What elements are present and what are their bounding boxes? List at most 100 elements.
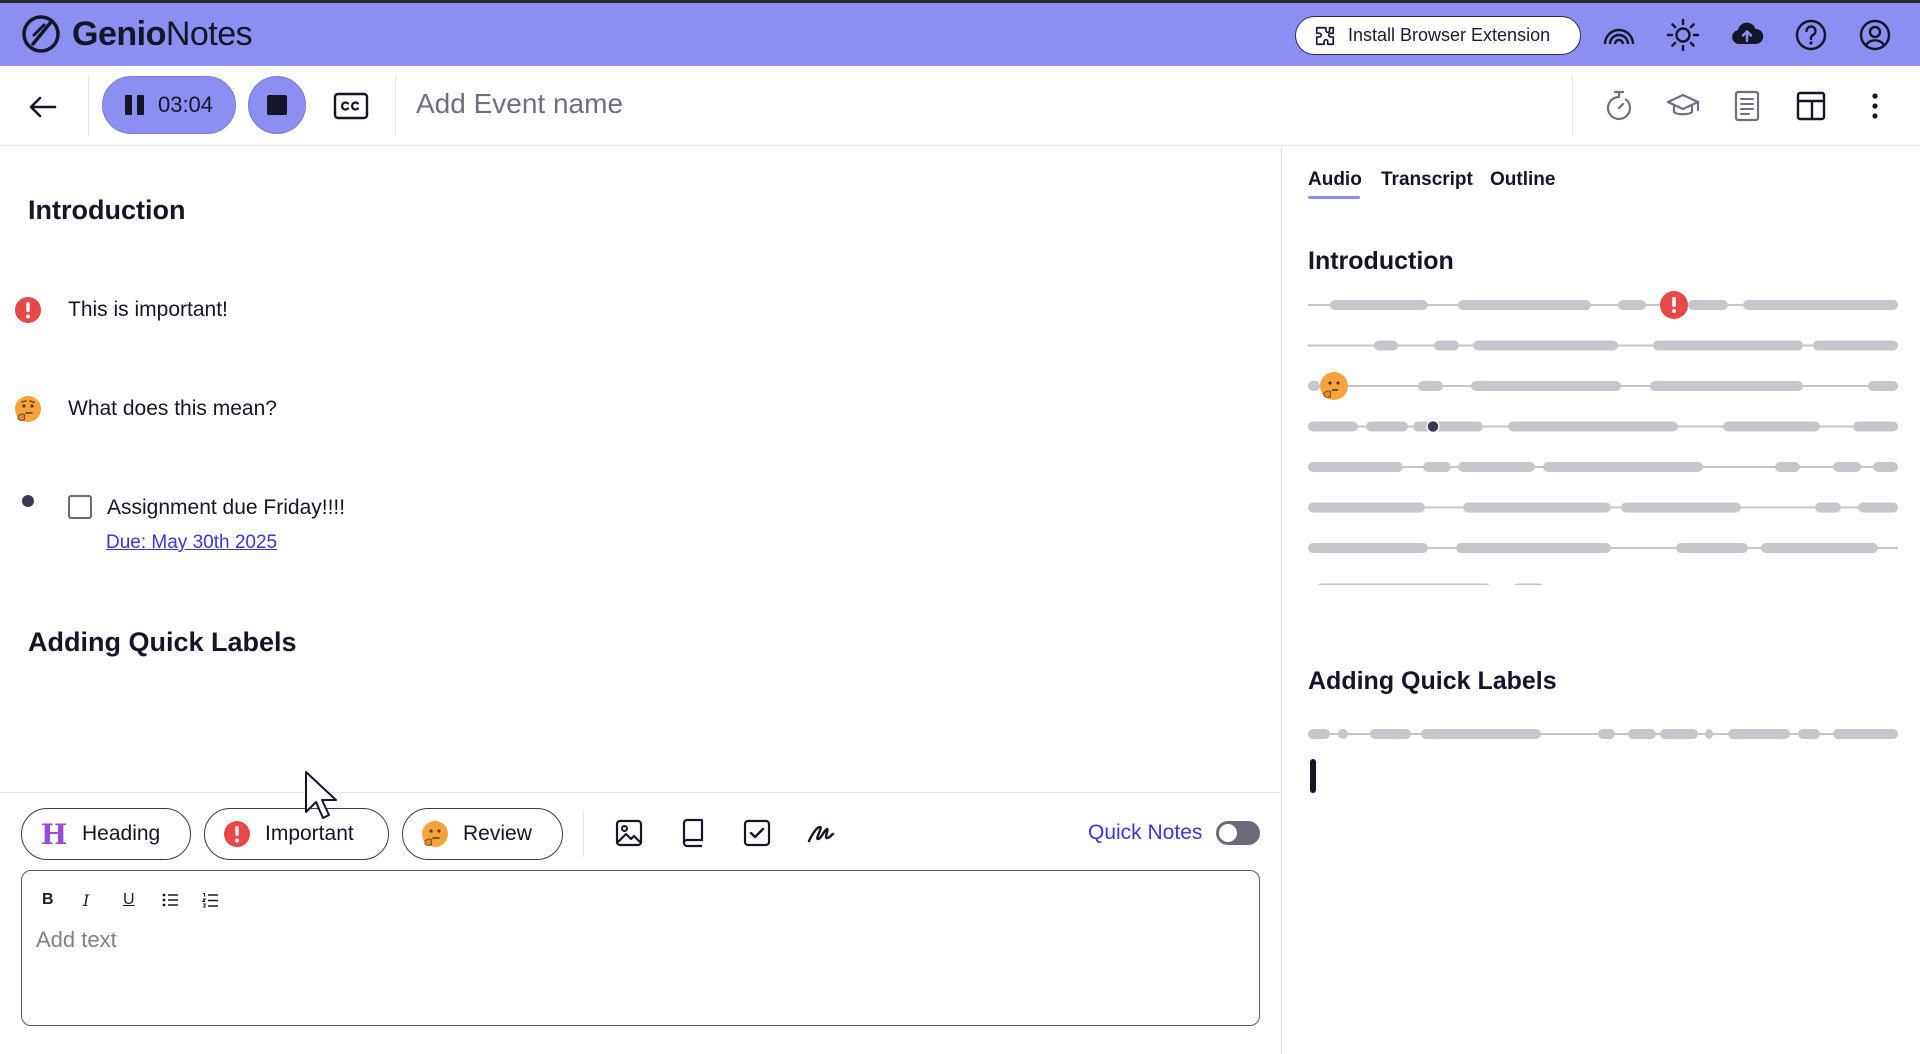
thinking-face-icon bbox=[15, 396, 41, 422]
draw-icon[interactable] bbox=[805, 817, 837, 849]
tab-outline[interactable]: Outline bbox=[1490, 169, 1555, 191]
closed-captions-icon[interactable] bbox=[333, 91, 369, 121]
sun-icon[interactable] bbox=[1666, 18, 1700, 52]
waveform-segment bbox=[1308, 381, 1320, 391]
important-icon bbox=[224, 821, 250, 847]
important-marker[interactable] bbox=[1660, 291, 1688, 319]
waveform-segment bbox=[1650, 381, 1803, 391]
note-item-important[interactable]: This is important! bbox=[14, 296, 228, 324]
waveform-segment bbox=[1653, 340, 1803, 351]
waveform-segment bbox=[1618, 300, 1646, 310]
waveform-segment bbox=[1775, 462, 1800, 472]
italic-button[interactable]: I bbox=[83, 891, 89, 910]
heading-label-button[interactable]: H Heading bbox=[21, 808, 191, 860]
stop-recording-button[interactable] bbox=[248, 76, 306, 134]
important-label-button[interactable]: Important bbox=[204, 808, 389, 860]
account-icon[interactable] bbox=[1858, 18, 1892, 52]
more-vertical-icon[interactable] bbox=[1857, 88, 1893, 124]
chip-label: Heading bbox=[82, 822, 161, 845]
waveform-segment bbox=[1508, 421, 1678, 432]
rainbow-icon[interactable] bbox=[1602, 18, 1636, 52]
quick-notes-toggle[interactable] bbox=[1216, 821, 1260, 845]
image-icon[interactable] bbox=[613, 817, 645, 849]
note-heading[interactable]: Adding Quick Labels bbox=[28, 627, 297, 658]
tab-audio[interactable]: Audio bbox=[1308, 169, 1362, 191]
waveform-segment bbox=[1815, 502, 1841, 513]
waveform-segment bbox=[1308, 421, 1358, 432]
task-checkbox[interactable] bbox=[68, 495, 92, 519]
waveform-segment bbox=[1723, 421, 1820, 432]
waveform-segment bbox=[1858, 502, 1898, 513]
waveform-segment bbox=[1374, 340, 1398, 351]
active-tab-indicator bbox=[1308, 196, 1360, 199]
editor-placeholder[interactable]: Add text bbox=[36, 927, 117, 953]
playhead[interactable] bbox=[1310, 759, 1316, 793]
waveform-segment bbox=[1873, 462, 1898, 472]
waveform-segment bbox=[1308, 462, 1403, 472]
task-marker[interactable] bbox=[1426, 419, 1440, 434]
waveform-segment bbox=[1833, 729, 1898, 739]
logo-icon bbox=[22, 15, 60, 53]
mouse-cursor-icon bbox=[305, 771, 337, 819]
waveform-segment bbox=[1413, 421, 1483, 432]
brand-logo[interactable]: GenioNotes bbox=[20, 13, 253, 55]
timer-icon[interactable] bbox=[1601, 88, 1637, 124]
review-marker[interactable] bbox=[1320, 372, 1348, 400]
bullet-dot bbox=[22, 495, 34, 507]
waveform-segment bbox=[1338, 729, 1348, 739]
audio-section-heading: Adding Quick Labels bbox=[1308, 667, 1557, 695]
note-heading[interactable]: Introduction bbox=[28, 195, 185, 226]
help-icon[interactable] bbox=[1794, 18, 1828, 52]
waveform-segment bbox=[1514, 583, 1543, 585]
note-item-task[interactable] bbox=[14, 495, 34, 507]
cloud-upload-icon[interactable] bbox=[1730, 18, 1764, 52]
waveform-segment bbox=[1317, 583, 1490, 585]
waveform-segment bbox=[1458, 300, 1591, 310]
bold-button[interactable]: B bbox=[42, 891, 54, 909]
waveform-segment bbox=[1543, 462, 1703, 472]
divider bbox=[395, 76, 396, 136]
toggle-knob bbox=[1219, 824, 1237, 842]
waveform-segment bbox=[1798, 729, 1820, 739]
event-name-input[interactable]: Add Event name bbox=[416, 88, 623, 120]
layout-icon[interactable] bbox=[1793, 88, 1829, 124]
audio-waveform[interactable] bbox=[1308, 719, 1898, 749]
document-icon[interactable] bbox=[1729, 88, 1765, 124]
heading-icon: H bbox=[40, 817, 68, 851]
checkbox-icon[interactable] bbox=[741, 817, 773, 849]
divider bbox=[88, 76, 89, 136]
underline-button[interactable]: U bbox=[123, 891, 135, 909]
book-icon[interactable] bbox=[677, 817, 709, 849]
graduation-cap-icon[interactable] bbox=[1665, 88, 1701, 124]
due-date-link[interactable]: Due: May 30th 2025 bbox=[106, 532, 277, 554]
tab-transcript[interactable]: Transcript bbox=[1381, 169, 1473, 191]
waveform-segment bbox=[1688, 300, 1728, 310]
audio-waveform[interactable] bbox=[1308, 285, 1898, 585]
numbered-list-icon[interactable] bbox=[201, 891, 219, 909]
waveform-segment bbox=[1456, 543, 1611, 553]
brand-name: GenioNotes bbox=[72, 14, 253, 53]
waveform-segment bbox=[1676, 543, 1748, 553]
review-label-button[interactable]: Review bbox=[402, 808, 563, 860]
waveform-segment bbox=[1463, 502, 1611, 513]
bullet-list-icon[interactable] bbox=[161, 891, 179, 909]
waveform-segment bbox=[1598, 729, 1615, 739]
notes-area[interactable]: Introduction This is important! What doe… bbox=[0, 147, 1280, 792]
waveform-segment bbox=[1833, 462, 1861, 472]
back-arrow-icon[interactable] bbox=[26, 90, 60, 124]
waveform-segment bbox=[1370, 729, 1411, 739]
waveform-segment bbox=[1621, 502, 1741, 513]
waveform-segment bbox=[1471, 381, 1621, 391]
waveform-segment bbox=[1868, 381, 1898, 391]
note-item-review[interactable]: What does this mean? bbox=[14, 395, 277, 423]
text-editor[interactable]: B I U Add text bbox=[21, 870, 1260, 1026]
waveform-segment bbox=[1308, 543, 1428, 553]
waveform-segment bbox=[1308, 729, 1330, 739]
install-extension-button[interactable]: Install Browser Extension bbox=[1295, 16, 1581, 55]
waveform-segment bbox=[1473, 340, 1618, 351]
pause-recording-button[interactable]: 03:04 bbox=[102, 76, 236, 134]
audio-panel: Audio Transcript Outline Introduction Ad… bbox=[1281, 147, 1920, 1054]
quick-labels-bar: H Heading Important Review Quick Notes bbox=[0, 792, 1280, 870]
install-extension-label: Install Browser Extension bbox=[1348, 25, 1551, 45]
divider bbox=[583, 811, 584, 857]
